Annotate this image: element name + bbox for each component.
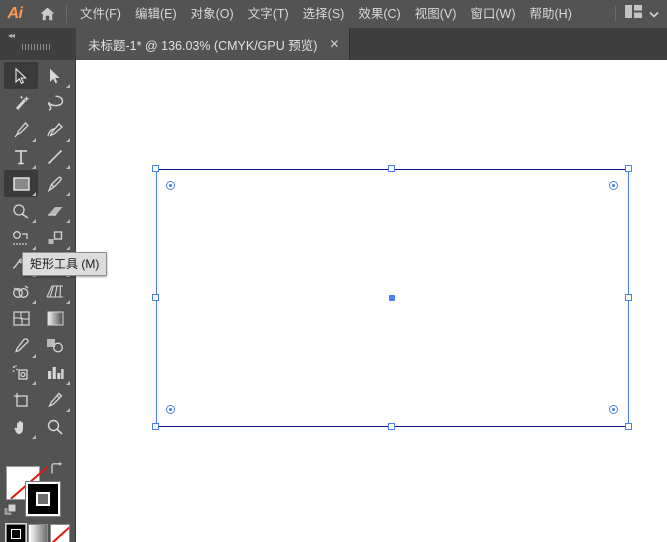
- swap-fill-stroke-icon[interactable]: [50, 462, 64, 478]
- shaper-tool[interactable]: [4, 197, 38, 224]
- artboard-tool[interactable]: [4, 386, 38, 413]
- shape-builder-tool[interactable]: [4, 278, 38, 305]
- zoom-tool[interactable]: [38, 413, 72, 440]
- curvature-tool[interactable]: [38, 116, 72, 143]
- menu-divider: [66, 5, 67, 23]
- handle-middle-right[interactable]: [625, 294, 632, 301]
- corner-widget-top-right[interactable]: [609, 181, 618, 190]
- tool-grid: [4, 62, 72, 440]
- none-mode-button[interactable]: [50, 524, 70, 542]
- artboard-canvas[interactable]: [76, 60, 667, 542]
- lasso-tool[interactable]: [38, 89, 72, 116]
- corner-widget-top-left[interactable]: [166, 181, 175, 190]
- stroke-color-swatch[interactable]: [25, 481, 61, 517]
- corner-widget-bottom-left[interactable]: [166, 405, 175, 414]
- tool-flyout-indicator: [66, 219, 70, 223]
- close-icon[interactable]: ✕: [329, 38, 339, 50]
- gradient-tool[interactable]: [38, 305, 72, 332]
- panel-drag-grip[interactable]: [22, 44, 52, 50]
- illustrator-window: Ai 文件(F) 编辑(E) 对象(O) 文字(T) 选择(S) 效果(C) 视…: [0, 0, 667, 542]
- menu-item-select[interactable]: 选择(S): [296, 0, 352, 28]
- mesh-tool[interactable]: [4, 305, 38, 332]
- tool-flyout-indicator: [66, 192, 70, 196]
- handle-top-right[interactable]: [625, 165, 632, 172]
- menu-item-file[interactable]: 文件(F): [73, 0, 128, 28]
- menu-divider-right: [615, 6, 616, 22]
- menu-item-object[interactable]: 对象(O): [184, 0, 241, 28]
- slice-tool[interactable]: [38, 386, 72, 413]
- pen-tool[interactable]: [4, 116, 38, 143]
- tool-flyout-indicator: [32, 192, 36, 196]
- tool-flyout-indicator: [66, 408, 70, 412]
- double-chevron-left-icon[interactable]: ◂◂: [8, 31, 15, 40]
- document-tab-title: 未标题-1* @ 136.03% (CMYK/GPU 预览): [88, 38, 318, 53]
- tool-flyout-indicator: [66, 381, 70, 385]
- handle-bottom-right[interactable]: [625, 423, 632, 430]
- corner-widget-bottom-right[interactable]: [609, 405, 618, 414]
- paintbrush-tool[interactable]: [38, 170, 72, 197]
- fill-mode-row: [5, 523, 70, 542]
- tool-flyout-indicator: [32, 435, 36, 439]
- selection-tool[interactable]: [4, 62, 38, 89]
- symbol-sprayer-tool[interactable]: [4, 359, 38, 386]
- gradient-mode-button[interactable]: [28, 524, 48, 542]
- eyedropper-tool[interactable]: [4, 332, 38, 359]
- tool-tooltip: 矩形工具 (M): [22, 252, 108, 276]
- center-anchor-point[interactable]: [389, 295, 395, 301]
- menu-item-edit[interactable]: 编辑(E): [128, 0, 184, 28]
- direct-selection-tool[interactable]: [38, 62, 72, 89]
- tools-panel: 矩形工具 (M): [0, 60, 108, 542]
- hand-tool[interactable]: [4, 413, 38, 440]
- document-tab[interactable]: 未标题-1* @ 136.03% (CMYK/GPU 预览) ✕: [76, 28, 351, 60]
- perspective-grid-tool[interactable]: [38, 278, 72, 305]
- selected-rectangle-object[interactable]: [152, 165, 632, 430]
- workspace-layout-icon: [625, 5, 642, 23]
- menu-item-window[interactable]: 窗口(W): [463, 0, 522, 28]
- handle-top-left[interactable]: [152, 165, 159, 172]
- color-controls: [0, 460, 76, 542]
- tool-flyout-indicator: [66, 84, 70, 88]
- scale-tool[interactable]: [38, 224, 72, 251]
- handle-top-center[interactable]: [388, 165, 395, 172]
- blend-tool[interactable]: [38, 332, 72, 359]
- stroke-swatch-inner: [36, 492, 50, 506]
- menu-item-help[interactable]: 帮助(H): [523, 0, 579, 28]
- tool-flyout-indicator: [32, 300, 36, 304]
- tool-flyout-indicator: [66, 246, 70, 250]
- line-segment-tool[interactable]: [38, 143, 72, 170]
- magic-wand-tool[interactable]: [4, 89, 38, 116]
- tool-flyout-indicator: [32, 246, 36, 250]
- home-icon[interactable]: [30, 0, 64, 28]
- tool-flyout-indicator: [32, 219, 36, 223]
- handle-middle-left[interactable]: [152, 294, 159, 301]
- workspace-switcher[interactable]: [615, 0, 659, 28]
- menu-bar: Ai 文件(F) 编辑(E) 对象(O) 文字(T) 选择(S) 效果(C) 视…: [0, 0, 667, 28]
- menu-item-effect[interactable]: 效果(C): [351, 0, 407, 28]
- menu-item-view[interactable]: 视图(V): [408, 0, 464, 28]
- menu-item-type[interactable]: 文字(T): [241, 0, 296, 28]
- chevron-down-icon: [649, 5, 659, 23]
- rectangle-tool[interactable]: [4, 170, 38, 197]
- document-tab-bar: ◂◂ 未标题-1* @ 136.03% (CMYK/GPU 预览) ✕: [0, 28, 667, 60]
- type-tool[interactable]: [4, 143, 38, 170]
- tool-flyout-indicator: [66, 300, 70, 304]
- default-fill-stroke-icon[interactable]: [3, 503, 18, 523]
- tool-flyout-indicator: [32, 138, 36, 142]
- tool-flyout-indicator: [66, 138, 70, 142]
- tool-flyout-indicator: [32, 381, 36, 385]
- handle-bottom-left[interactable]: [152, 423, 159, 430]
- tool-flyout-indicator: [66, 165, 70, 169]
- tool-flyout-indicator: [32, 165, 36, 169]
- column-graph-tool[interactable]: [38, 359, 72, 386]
- rotate-tool[interactable]: [4, 224, 38, 251]
- color-mode-button[interactable]: [5, 523, 27, 542]
- app-logo-icon: Ai: [7, 5, 24, 22]
- eraser-tool[interactable]: [38, 197, 72, 224]
- panel-collapse-area[interactable]: ◂◂: [0, 28, 76, 60]
- tool-flyout-indicator: [32, 354, 36, 358]
- handle-bottom-center[interactable]: [388, 423, 395, 430]
